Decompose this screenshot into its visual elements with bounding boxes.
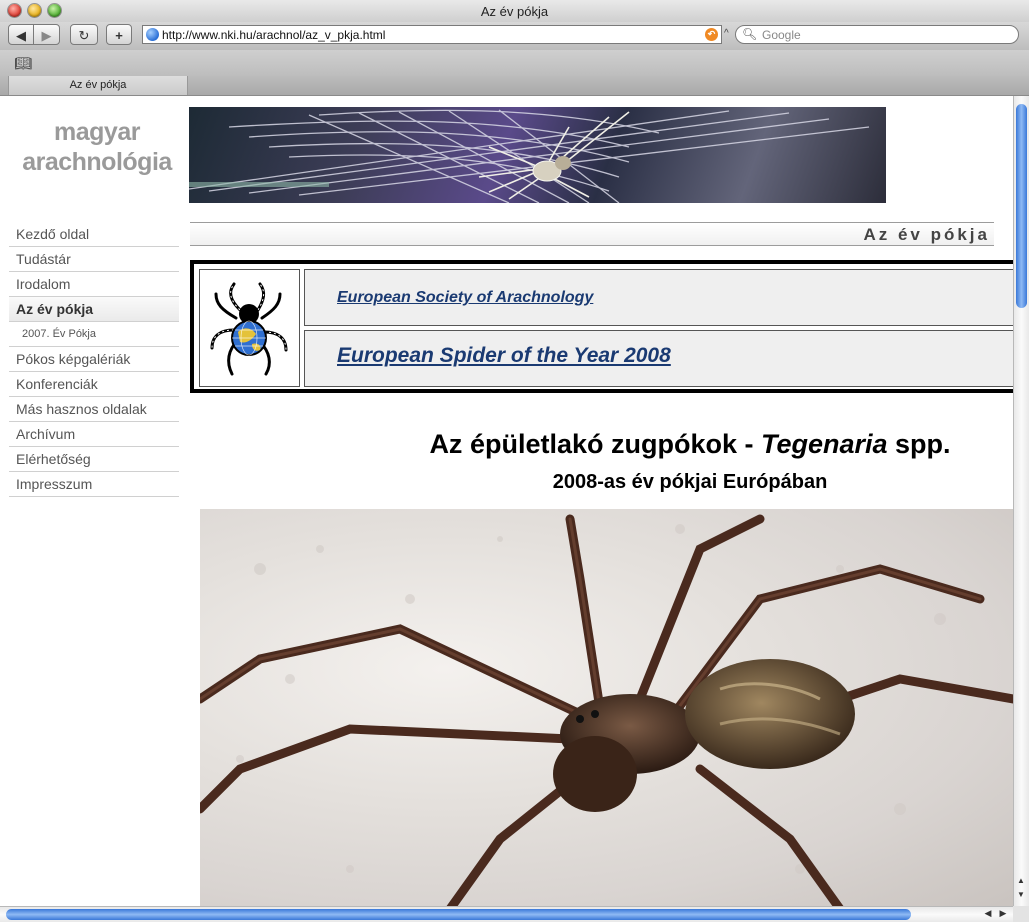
browser-toolbar: ◀ ▶ ↻ + http://www.nki.hu/arachnol/az_v_… (0, 22, 1029, 50)
window-title: Az év pókja (480, 4, 549, 19)
vertical-scroll-thumb[interactable] (1016, 104, 1027, 308)
esa-banner-box: European Society of Arachnology European… (190, 260, 1013, 393)
page-heading: Az év pókja (863, 225, 990, 244)
esa-row-society: European Society of Arachnology (304, 269, 1013, 326)
tegenaria-spider-photo (200, 509, 1013, 906)
article-title-genus: Tegenaria (760, 429, 888, 459)
horizontal-scroll-thumb[interactable] (6, 909, 911, 920)
article-title: Az épületlakó zugpókok - Tegenaria spp. (190, 429, 1013, 460)
sidebar-item-konferenciak[interactable]: Konferenciák (9, 372, 179, 397)
logo-line-2: arachnológia (22, 148, 172, 176)
scroll-right-arrow-icon[interactable]: ▶ (996, 908, 1010, 919)
sidebar-item-irodalom[interactable]: Irodalom (9, 272, 179, 297)
tab-current[interactable]: Az év pókja (8, 76, 188, 95)
sidebar-item-mas-hasznos-oldalak[interactable]: Más hasznos oldalak (9, 397, 179, 422)
bookmarks-bar: 📖︎ (0, 50, 1029, 76)
article-subtitle: 2008-as év pókjai Európában (552, 471, 828, 493)
address-bar[interactable]: http://www.nki.hu/arachnol/az_v_pkja.htm… (142, 25, 722, 44)
esa-spider-globe-icon (210, 282, 288, 376)
scroll-up-arrow-icon[interactable]: ▲ (1013, 876, 1029, 890)
sidebar-item-pokos-kepgaleriak[interactable]: Pókos képgalériák (9, 347, 179, 372)
sidebar-item-tudastar[interactable]: Tudástár (9, 247, 179, 272)
sidebar-item-az-ev-pokja[interactable]: Az év pókja (9, 297, 179, 322)
back-arrow-icon: ◀ (16, 28, 26, 43)
logo-line-1: magyar (54, 118, 140, 146)
esa-logo[interactable] (199, 269, 300, 387)
european-society-of-arachnology-link[interactable]: European Society of Arachnology (337, 289, 593, 307)
search-icon: 🔍︎ (742, 27, 758, 41)
address-text[interactable]: http://www.nki.hu/arachnol/az_v_pkja.htm… (162, 27, 385, 43)
sidebar-nav: Kezdő oldal Tudástár Irodalom Az év pókj… (9, 222, 179, 497)
sidebar-item-elerhetoseg[interactable]: Elérhetőség (9, 447, 179, 472)
add-bookmark-button[interactable]: + (106, 24, 132, 45)
sidebar-item-kezdo-oldal[interactable]: Kezdő oldal (9, 222, 179, 247)
spider-web-illustration (189, 109, 870, 203)
sidebar-subitem-2007-ev-pokja[interactable]: 2007. Év Pókja (9, 322, 179, 347)
article-title-suffix: spp. (887, 429, 951, 459)
page-heading-bar: Az év pókja (190, 222, 994, 246)
article-title-prefix: Az épületlakó zugpókok - (429, 429, 761, 459)
european-spider-of-the-year-link[interactable]: European Spider of the Year 2008 (337, 344, 671, 368)
search-field[interactable]: 🔍︎ Google (735, 25, 1019, 44)
reload-button[interactable]: ↻ (70, 24, 98, 45)
header-banner-image (189, 107, 886, 203)
bookmarks-book-icon[interactable]: 📖︎ (14, 55, 32, 72)
scroll-down-arrow-icon[interactable]: ▼ (1013, 890, 1029, 904)
spider-photo-illustration (200, 514, 1013, 906)
forward-arrow-icon: ▶ (41, 28, 52, 43)
sidebar-item-impresszum[interactable]: Impresszum (9, 472, 179, 497)
resize-corner[interactable] (1013, 906, 1029, 922)
horizontal-scrollbar[interactable] (0, 906, 1013, 922)
back-button[interactable]: ◀ (8, 24, 34, 45)
plus-icon: + (115, 28, 123, 43)
scroll-left-arrow-icon[interactable]: ◀ (981, 908, 995, 919)
reload-icon: ↻ (78, 28, 90, 43)
globe-icon (146, 28, 159, 41)
forward-button[interactable]: ▶ (33, 24, 60, 45)
address-history-chevron-icon[interactable]: ^ (724, 28, 729, 39)
site-logo[interactable]: magyar arachnológia (9, 107, 185, 202)
tab-bar: Az év pókja (0, 76, 1029, 96)
page-viewport: magyar arachnológia Kezdő oldal Tudástár… (0, 96, 1013, 906)
search-placeholder: Google (762, 28, 801, 42)
vertical-scrollbar[interactable] (1013, 96, 1029, 906)
esa-row-spider-of-year: European Spider of the Year 2008 (304, 330, 1013, 387)
snapback-icon[interactable]: ↶ (705, 28, 718, 41)
sidebar-item-archivum[interactable]: Archívum (9, 422, 179, 447)
window-titlebar: Az év pókja (0, 0, 1029, 22)
